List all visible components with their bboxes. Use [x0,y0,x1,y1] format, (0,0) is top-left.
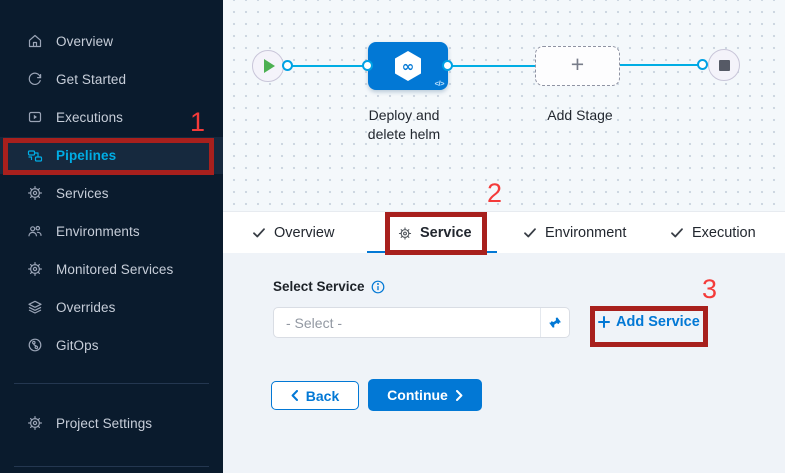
sidebar-item-project-settings[interactable]: Project Settings [0,404,223,442]
sidebar-item-label: Executions [56,110,123,125]
gear-icon [398,226,412,240]
pin-icon[interactable] [540,308,569,337]
sidebar-item-label: Overview [56,34,113,49]
tab-label: Execution [692,225,756,241]
sidebar-item-gitops[interactable]: GitOps [0,326,223,364]
sidebar-divider [14,383,209,384]
sidebar-item-label: Services [56,186,109,201]
layers-icon [27,299,43,315]
home-icon [27,33,43,49]
stage-node-left-port[interactable] [362,60,373,71]
gear-icon [27,185,43,201]
stage-name-label: Deploy and delete helm [354,106,454,144]
pipeline-connector-line [620,64,703,66]
monitored-gear-icon [27,261,43,277]
tab-label: Environment [545,225,626,241]
sidebar-item-overrides[interactable]: Overrides [0,288,223,326]
sidebar-item-label: Pipelines [56,148,116,163]
start-node-port[interactable] [282,60,293,71]
tab-overview[interactable]: Overview [252,212,334,254]
add-service-button[interactable]: Add Service [598,311,700,333]
pipeline-end-node[interactable] [708,49,740,81]
end-node-port[interactable] [697,59,708,70]
play-box-icon [27,109,43,125]
pipelines-icon [27,148,43,164]
check-icon [670,226,684,240]
app-window: Overview Get Started Executions Pipeline… [0,0,785,473]
chevron-right-icon [456,390,463,401]
stage-config-tabbar: Overview Service Environment Execution [223,211,785,253]
sidebar-divider [14,466,209,467]
select-service-label: Select Service [273,279,365,294]
sidebar-item-label: Project Settings [56,416,152,431]
select-service-input[interactable] [274,308,540,337]
pipeline-connector-line [448,65,536,67]
check-icon [252,226,266,240]
sidebar-item-label: Environments [56,224,140,239]
info-icon[interactable] [371,280,385,294]
sidebar-item-services[interactable]: Services [0,174,223,212]
check-icon [523,226,537,240]
sidebar-nav: Overview Get Started Executions Pipeline… [0,0,223,473]
sidebar-item-environments[interactable]: Environments [0,212,223,250]
service-tab-panel: Select Service Add Service Back Continue [223,253,785,473]
select-service-label-row: Select Service [273,279,385,294]
stage-node-deploy-helm[interactable]: </> [368,42,448,90]
gitops-icon [27,337,43,353]
add-stage-button[interactable]: + [535,46,620,86]
plus-icon: + [571,53,584,76]
restart-circle-icon [27,71,43,87]
tab-execution[interactable]: Execution [670,212,756,254]
back-button[interactable]: Back [271,381,359,410]
plus-icon [598,316,610,328]
continue-button-label: Continue [387,387,448,403]
pipeline-start-node[interactable] [252,50,284,82]
chevron-left-icon [291,390,298,401]
stop-icon [719,60,730,71]
play-icon [264,59,275,73]
sidebar-item-get-started[interactable]: Get Started [0,60,223,98]
add-service-label: Add Service [616,314,700,330]
harness-cd-hexagon-icon [393,50,423,82]
tab-environment[interactable]: Environment [523,212,626,254]
sidebar-item-monitored-services[interactable]: Monitored Services [0,250,223,288]
tab-label: Overview [274,225,334,241]
sidebar-item-overview[interactable]: Overview [0,22,223,60]
sidebar-item-label: Get Started [56,72,126,87]
sidebar-item-label: GitOps [56,338,99,353]
settings-gear-icon [27,415,43,431]
sidebar-item-pipelines[interactable]: Pipelines [0,137,223,174]
select-service-dropdown[interactable] [273,307,570,338]
continue-button[interactable]: Continue [368,379,482,411]
code-icon: </> [435,79,444,88]
pipeline-canvas: </> + Deploy and delete helm Add Stage [223,0,785,211]
tab-service[interactable]: Service [398,212,472,254]
sidebar-item-executions[interactable]: Executions [0,98,223,136]
sidebar-item-label: Monitored Services [56,262,173,277]
back-button-label: Back [306,388,339,404]
people-icon [27,223,43,239]
sidebar-item-label: Overrides [56,300,115,315]
pipeline-connector-line [287,65,370,67]
tab-label: Service [420,225,472,241]
stage-node-right-port[interactable] [442,60,453,71]
add-stage-label: Add Stage [535,106,625,125]
